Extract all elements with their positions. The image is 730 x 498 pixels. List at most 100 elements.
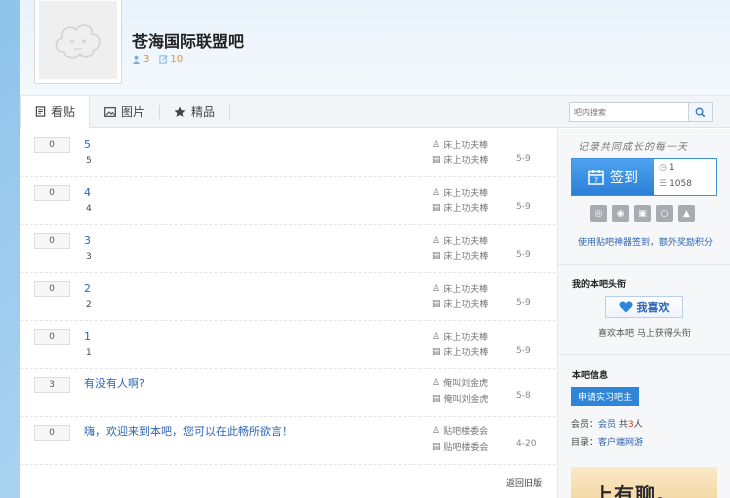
author-icon: ♙ <box>432 187 441 198</box>
comment-icon: ▤ <box>432 441 441 452</box>
author-name: 贴吧楼委会 <box>443 427 489 437</box>
thread-date: 5-9 <box>516 346 531 356</box>
author-icon: ♙ <box>432 425 441 436</box>
last-reply-user[interactable]: ▤ 床上功夫棒 <box>432 345 489 359</box>
signin-total: ☰ 1058 <box>659 179 692 189</box>
clock-icon: ◷ <box>659 163 667 173</box>
last-reply-name: 床上功夫棒 <box>443 252 489 262</box>
phone-tool-icon[interactable]: ▣ <box>634 205 651 222</box>
edit-icon <box>159 55 168 64</box>
apply-moderator-button[interactable]: 申请实习吧主 <box>571 387 639 406</box>
thread-title[interactable]: 4 <box>84 186 91 199</box>
like-label: 我喜欢 <box>636 301 670 314</box>
forum-search <box>569 102 713 122</box>
thread-abstract: 3 <box>86 252 92 262</box>
thread-author[interactable]: ♙ 床上功夫棒 <box>432 138 489 152</box>
thread-date: 5-8 <box>516 391 531 401</box>
signin-button[interactable]: 7 签到 <box>572 159 654 195</box>
like-forum-button[interactable]: 我喜欢 <box>605 296 683 318</box>
directory-link[interactable]: 客户端网游 <box>598 438 643 448</box>
document-icon <box>35 106 46 117</box>
author-name: 床上功夫棒 <box>443 189 489 199</box>
signin-tool-link[interactable]: 使用贴吧神器签到，额外奖励积分 <box>578 235 713 248</box>
table-row: 0 嗨，欢迎来到本吧，您可以在此畅所欲言！ ♙ 贴吧楼委会 ▤ 贴吧楼委会 4-20 <box>20 417 556 465</box>
sidebar-motto: 记录共同成长的每一天 <box>578 142 688 153</box>
thread-author[interactable]: ♙ 床上功夫棒 <box>432 330 489 344</box>
back-to-old-link[interactable]: 返回旧版 <box>506 476 542 489</box>
forum-stats: 3 10 <box>132 54 183 65</box>
thread-title[interactable]: 3 <box>84 234 91 247</box>
thread-title[interactable]: 2 <box>84 282 91 295</box>
thread-author[interactable]: ♙ 床上功夫棒 <box>432 282 489 296</box>
post-count[interactable]: 10 <box>159 54 183 65</box>
last-reply-user[interactable]: ▤ 床上功夫棒 <box>432 201 489 215</box>
last-reply-user[interactable]: ▤ 床上功夫棒 <box>432 297 489 311</box>
table-row: 3 有没有人啊? ♙ 俺叫刘金虎 ▤ 俺叫刘金虎 5-8 <box>20 369 556 417</box>
thread-author[interactable]: ♙ 床上功夫棒 <box>432 186 489 200</box>
camera-tool-icon[interactable]: ○ <box>656 205 673 222</box>
tab-threads-label: 看贴 <box>51 105 76 119</box>
last-reply-name: 俺叫刘金虎 <box>443 395 489 405</box>
reply-count: 0 <box>34 329 70 345</box>
thread-date: 5-9 <box>516 250 531 260</box>
thread-title[interactable]: 5 <box>84 138 91 151</box>
signin-tools: ◎ ◉ ▣ ○ ▲ <box>590 205 695 222</box>
search-input[interactable] <box>569 102 689 122</box>
title-section-heading: 我的本吧头衔 <box>572 280 627 290</box>
browser-tool-icon[interactable]: ◎ <box>590 205 607 222</box>
last-reply-user[interactable]: ▤ 床上功夫棒 <box>432 153 489 167</box>
thread-date: 5-9 <box>516 298 531 308</box>
thread-author[interactable]: ♙ 床上功夫棒 <box>432 234 488 248</box>
author-name: 床上功夫棒 <box>443 333 489 343</box>
rank-icon: ☰ <box>659 179 668 189</box>
members-total-prefix: 共 <box>618 420 628 430</box>
sidebar: 记录共同成长的每一天 7 签到 ◷ 1 ☰ 1058 ◎ ◉ ▣ ○ ▲ 使用贴吧神… <box>557 129 730 498</box>
picture-icon <box>104 106 116 117</box>
client-tool-icon[interactable]: ◉ <box>612 205 629 222</box>
tab-pictures[interactable]: 图片 <box>90 96 159 128</box>
signin-total-value: 1058 <box>669 179 692 189</box>
tab-featured[interactable]: 精品 <box>160 96 229 128</box>
tab-threads[interactable]: 看贴 <box>20 95 91 128</box>
member-count[interactable]: 3 <box>132 54 149 65</box>
search-button[interactable] <box>689 102 713 122</box>
ad-text: 上有聊。 <box>593 483 677 498</box>
table-row: 0 2 2 ♙ 床上功夫棒 ▤ 床上功夫棒 5-9 <box>20 273 556 321</box>
last-reply-name: 床上功夫棒 <box>443 156 489 166</box>
author-icon: ♙ <box>432 139 441 150</box>
sidebar-divider <box>558 264 730 265</box>
thread-abstract: 2 <box>86 300 92 310</box>
forum-header: 苍海国际联盟吧 3 10 <box>20 0 730 96</box>
author-name: 床上功夫棒 <box>443 141 489 151</box>
reply-count: 0 <box>34 185 70 201</box>
tab-divider <box>229 104 231 119</box>
comment-icon: ▤ <box>432 202 441 213</box>
sidebar-ad[interactable]: 上有聊。 <box>571 467 717 498</box>
last-reply-name: 床上功夫棒 <box>443 204 489 214</box>
thread-author[interactable]: ♙ 俺叫刘金虎 <box>432 376 488 390</box>
signin-stats: ◷ 1 ☰ 1058 <box>654 159 716 195</box>
thread-title[interactable]: 有没有人啊? <box>84 375 145 391</box>
last-reply-user[interactable]: ▤ 贴吧楼委会 <box>432 440 489 454</box>
members-link[interactable]: 会员 <box>598 420 616 430</box>
forum-nav: 看贴 图片 精品 <box>20 95 730 128</box>
comment-icon: ▤ <box>432 346 441 357</box>
thread-author[interactable]: ♙ 贴吧楼委会 <box>432 424 489 438</box>
author-name: 床上功夫棒 <box>443 285 489 295</box>
forum-avatar[interactable] <box>34 0 122 84</box>
members-line: 会员：会员 共3人 <box>571 417 643 430</box>
author-icon: ♙ <box>432 331 441 342</box>
author-icon: ♙ <box>432 235 441 246</box>
user-icon <box>132 55 141 64</box>
star-icon <box>174 106 186 117</box>
comment-icon: ▤ <box>432 154 441 165</box>
like-tip: 喜欢本吧 马上获得头衔 <box>598 329 691 339</box>
last-reply-user[interactable]: ▤ 床上功夫棒 <box>432 249 489 263</box>
thread-title[interactable]: 嗨，欢迎来到本吧，您可以在此畅所欲言！ <box>84 423 293 439</box>
tablet-tool-icon[interactable]: ▲ <box>678 205 695 222</box>
last-reply-user[interactable]: ▤ 俺叫刘金虎 <box>432 392 489 406</box>
last-reply-name: 床上功夫棒 <box>443 300 489 310</box>
avatar-placeholder-icon <box>39 1 117 79</box>
author-icon: ♙ <box>432 283 441 294</box>
thread-title[interactable]: 1 <box>84 330 91 343</box>
